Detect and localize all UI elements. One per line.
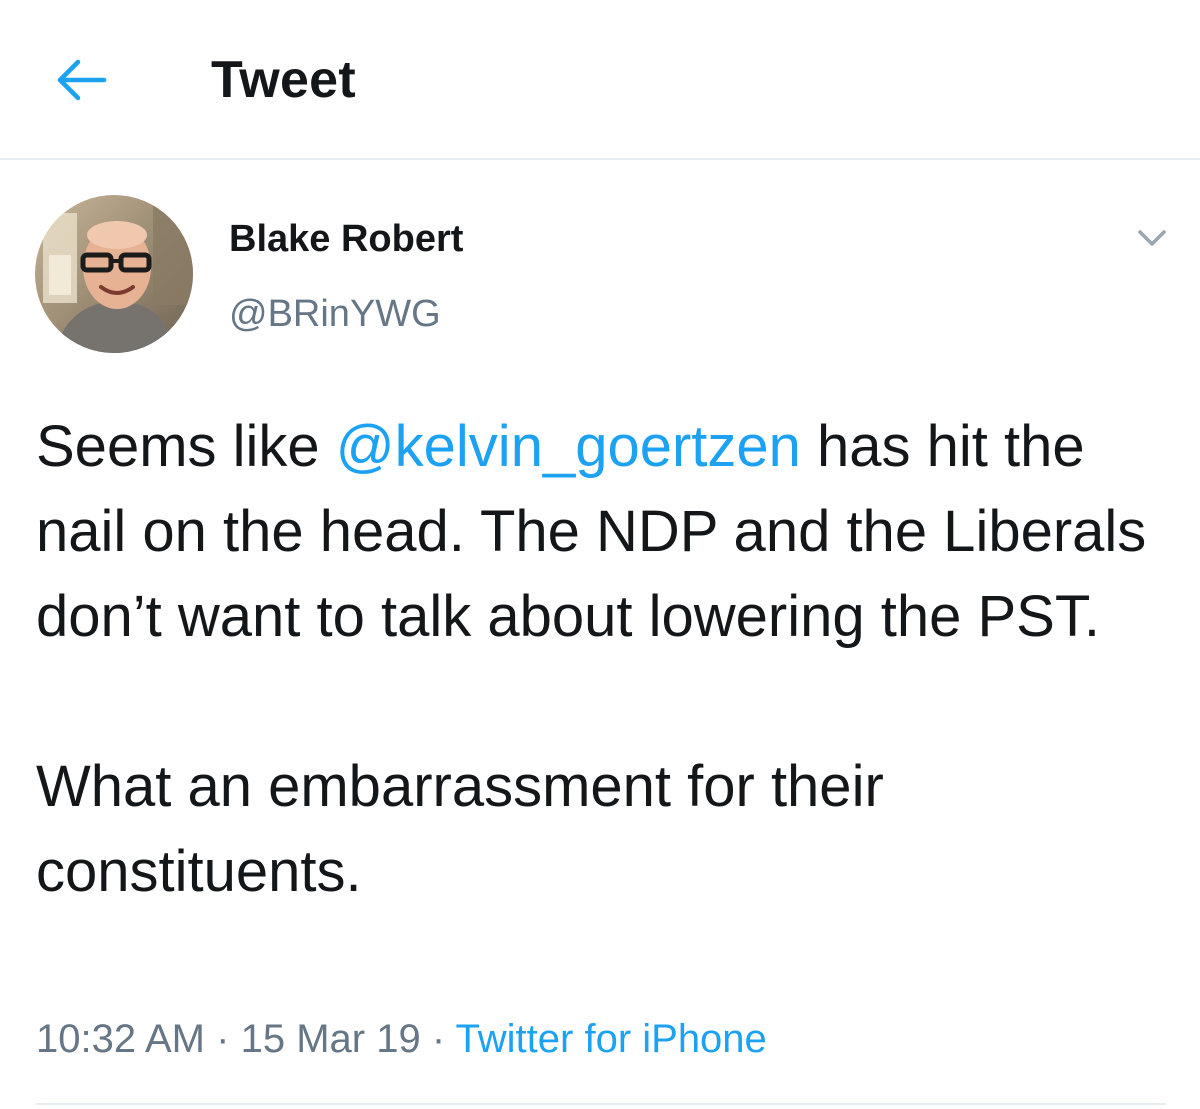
chevron-down-icon [1138, 230, 1166, 246]
avatar[interactable] [35, 195, 193, 353]
tweet-meta: 10:32 AM · 15 Mar 19 · Twitter for iPhon… [36, 1013, 767, 1065]
meta-separator: · [431, 1017, 446, 1061]
tweet-date: 15 Mar 19 [240, 1017, 421, 1061]
tweet-text: Seems like @kelvin_goertzen has hit the … [36, 404, 1176, 914]
top-bar: Tweet [0, 0, 1200, 160]
tweet-text-start: Seems like [36, 414, 336, 479]
meta-separator: · [216, 1017, 230, 1061]
divider [36, 1103, 1166, 1105]
author-display-name[interactable]: Blake Robert [229, 215, 463, 263]
author-handle[interactable]: @BRinYWG [229, 290, 441, 338]
tweet-time: 10:32 AM [36, 1017, 206, 1061]
mention-link[interactable]: @kelvin_goertzen [336, 414, 801, 479]
tweet-text-rest: has hit the nail on the head. The NDP an… [36, 414, 1147, 904]
arrow-left-icon [57, 59, 107, 101]
page-title: Tweet [211, 51, 357, 109]
back-button[interactable] [52, 50, 112, 110]
tweet-options-button[interactable] [1126, 218, 1178, 258]
tweet-source-link[interactable]: Twitter for iPhone [456, 1017, 767, 1061]
avatar-photo [35, 195, 193, 353]
